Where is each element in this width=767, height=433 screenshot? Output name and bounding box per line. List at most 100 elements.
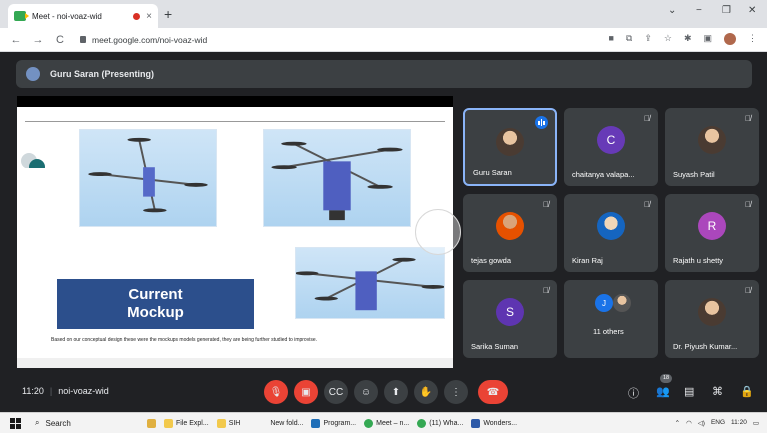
taskbar-app-sih[interactable]: SIH xyxy=(216,418,241,428)
sidepanel-icon[interactable]: ▣ xyxy=(703,33,712,45)
network-icon[interactable]: ⌃ xyxy=(675,419,680,427)
taskbar-app-wondershare[interactable]: Wonders... xyxy=(471,418,518,428)
screen: Meet - noi-voaz-wid × + ⌄ − ❐ ✕ ← → C me… xyxy=(0,0,767,433)
participant-tile[interactable]: Guru Saran xyxy=(463,108,557,186)
back-icon[interactable]: ← xyxy=(10,34,22,46)
drone-render-image-3 xyxy=(295,247,445,319)
profile-avatar[interactable] xyxy=(724,33,736,45)
close-window-button[interactable]: ✕ xyxy=(748,5,756,16)
meeting-code: noi-voaz-wid xyxy=(58,386,109,396)
extensions-icon[interactable]: ✱ xyxy=(684,33,692,45)
presenting-icon xyxy=(26,67,40,81)
camera-toggle-button[interactable]: ▣ xyxy=(294,380,318,404)
meeting-info-icon[interactable]: ⓘ xyxy=(628,385,639,401)
participant-avatar: S xyxy=(496,298,524,326)
presenter-label: Guru Saran (Presenting) xyxy=(50,69,155,79)
taskbar-app-program[interactable]: Program... xyxy=(311,418,356,428)
clock-text: 11:20 xyxy=(22,386,44,396)
search-label: Search xyxy=(45,418,71,428)
more-options-button[interactable]: ⋮ xyxy=(444,380,468,404)
wifi-icon[interactable]: ◠ xyxy=(686,419,692,427)
others-tile[interactable]: J 11 others xyxy=(564,280,658,358)
participant-tile[interactable]: 🎙̸ Kiran Raj xyxy=(564,194,658,272)
participant-avatar: J xyxy=(595,294,613,312)
emoji-button[interactable]: ☺ xyxy=(354,380,378,404)
browser-tabstrip: Meet - noi-voaz-wid × + ⌄ − ❐ ✕ xyxy=(0,0,767,28)
participant-avatar: C xyxy=(597,126,625,154)
taskbar-label: SIH xyxy=(228,419,241,427)
bookmark-star-icon[interactable]: ☆ xyxy=(664,33,672,45)
activities-icon[interactable]: ⌘ xyxy=(712,385,723,398)
taskbar-clock[interactable]: 11:20 xyxy=(731,419,747,427)
participant-tile[interactable]: 🎙̸ Dr. Piyush Kumar... xyxy=(665,280,759,358)
chat-icon[interactable]: ▤ xyxy=(684,385,694,398)
others-count-label: 11 others xyxy=(593,327,624,336)
notification-icon[interactable]: ▭ xyxy=(753,419,759,427)
participant-tile[interactable]: 🎙̸ R Rajath u shetty xyxy=(665,194,759,272)
menu-kebab-icon[interactable]: ⋮ xyxy=(748,33,757,45)
taskbar-app-whatsapp[interactable]: (11) Wha... xyxy=(417,418,464,428)
participant-name: chaitanya valapa... xyxy=(572,170,635,179)
raise-hand-button[interactable]: ✋ xyxy=(414,380,438,404)
mic-off-icon: 🎙̸ xyxy=(745,114,751,123)
chrome-icon xyxy=(147,418,156,428)
windows-start-icon[interactable] xyxy=(10,417,21,429)
taskbar-search[interactable]: ⌕ Search xyxy=(35,418,139,428)
people-icon[interactable]: 👥 xyxy=(656,385,670,398)
leave-call-button[interactable]: ☎ xyxy=(478,380,508,404)
folder-icon xyxy=(164,418,173,428)
tab-title: Meet - noi-voaz-wid xyxy=(32,11,102,21)
mic-off-icon: 🎙̸ xyxy=(745,200,751,209)
mic-toggle-button[interactable]: 🎙 xyxy=(264,380,288,404)
participant-avatar xyxy=(613,294,631,312)
present-button[interactable]: ⬆ xyxy=(384,380,408,404)
volume-icon[interactable]: ◁) xyxy=(698,419,705,427)
taskbar-label: New fold... xyxy=(270,419,304,427)
slide-decoration-icon xyxy=(19,153,47,175)
taskbar-label: Wonders... xyxy=(483,419,518,427)
search-icon: ⌕ xyxy=(35,418,40,427)
drone-render-image-1 xyxy=(79,129,217,227)
browser-toolbar: ■ ⧉ ⇪ ☆ ✱ ▣ ⋮ xyxy=(608,33,757,45)
meet-stage: Guru Saran (Presenting) Current Mockup B… xyxy=(0,52,767,412)
participant-tile[interactable]: 🎙̸ S Sarika Suman xyxy=(463,280,557,358)
slide-title-line2: Mockup xyxy=(127,304,184,321)
taskbar-label: (11) Wha... xyxy=(429,419,464,427)
camera-indicator-icon[interactable]: ■ xyxy=(608,33,613,45)
taskbar-app-meet[interactable]: Meet – n... xyxy=(364,418,410,428)
participant-name: tejas gowda xyxy=(471,256,512,265)
participant-avatar xyxy=(698,298,726,326)
taskbar-label: Meet – n... xyxy=(376,419,410,427)
participant-name: Dr. Piyush Kumar... xyxy=(673,342,738,351)
speaking-indicator-icon xyxy=(535,116,548,129)
captions-button[interactable]: CC xyxy=(324,380,348,404)
participant-tile[interactable]: 🎙̸ Suyash Patil xyxy=(665,108,759,186)
url-field[interactable]: meet.google.com/noi-voaz-wid xyxy=(80,35,207,45)
language-indicator[interactable]: ENG xyxy=(711,419,725,427)
slide-title-box: Current Mockup xyxy=(57,279,254,329)
new-tab-button[interactable]: + xyxy=(164,6,172,22)
taskbar-app-file-explorer[interactable]: File Expl... xyxy=(164,418,209,428)
windows-taskbar: ⌕ Search File Expl... SIH New fold... Pro… xyxy=(0,412,767,433)
system-tray: ⌃ ◠ ◁) ENG 11:20 ▭ xyxy=(675,419,759,427)
tab-search-icon[interactable]: ⌄ xyxy=(668,5,676,16)
reload-icon[interactable]: C xyxy=(54,34,66,46)
slide-caption: Based on our conceptual design these wer… xyxy=(51,337,317,343)
taskbar-app-new-folder[interactable]: New fold... xyxy=(270,420,303,427)
taskbar-label: File Expl... xyxy=(176,419,209,427)
host-controls-icon[interactable]: 🔒 xyxy=(740,385,754,398)
participant-tile[interactable]: 🎙̸ tejas gowda xyxy=(463,194,557,272)
meet-favicon-icon xyxy=(14,11,29,21)
participant-tile[interactable]: 🎙̸ C chaitanya valapa... xyxy=(564,108,658,186)
browser-tab[interactable]: Meet - noi-voaz-wid × xyxy=(8,4,158,28)
tab-close-button[interactable]: × xyxy=(146,11,152,22)
mic-off-icon: 🎙̸ xyxy=(543,200,549,209)
maximize-button[interactable]: ❐ xyxy=(722,5,731,16)
minimize-button[interactable]: − xyxy=(696,5,702,16)
mic-off-icon: 🎙̸ xyxy=(644,114,650,123)
forward-icon[interactable]: → xyxy=(32,34,44,46)
taskbar-app-chrome[interactable] xyxy=(147,418,156,428)
share-icon[interactable]: ⇪ xyxy=(644,33,652,45)
chrome-icon xyxy=(364,418,374,428)
install-icon[interactable]: ⧉ xyxy=(626,33,632,45)
